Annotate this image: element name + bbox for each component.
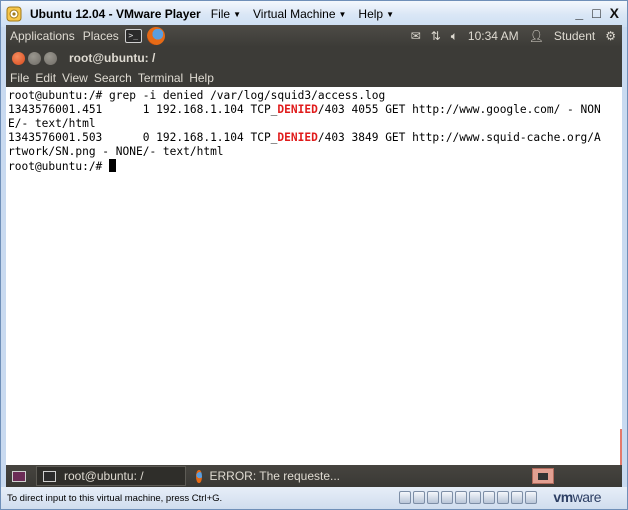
minimize-button[interactable]: _ (575, 5, 583, 21)
applications-menu[interactable]: Applications (10, 29, 75, 43)
power-gear-icon[interactable]: ⚙ (605, 29, 616, 43)
menu-file-label: File (210, 7, 231, 21)
command-line: root@ubuntu:/# grep -i denied /var/log/s… (8, 89, 386, 102)
display-icon[interactable] (511, 491, 523, 504)
vmware-menubar: File ▼ Virtual Machine ▼ Help ▼ (211, 7, 394, 21)
vmware-statusbar: To direct input to this virtual machine,… (1, 487, 627, 509)
menu-file[interactable]: File ▼ (211, 7, 241, 21)
scrollbar[interactable] (620, 429, 622, 465)
taskbar-item-firefox[interactable]: ERROR: The requeste... (190, 466, 340, 486)
mail-icon[interactable]: ✉ (411, 29, 421, 43)
denied-status: DENIED (277, 131, 318, 144)
taskbar-item-label: ERROR: The requeste... (209, 469, 341, 483)
brand-vm: vm (553, 489, 573, 505)
vmware-titlebar: Ubuntu 12.04 - VMware Player File ▼ Virt… (1, 1, 627, 27)
ubuntu-bottom-panel: root@ubuntu: / ERROR: The requeste... (6, 465, 622, 487)
workspace-switcher[interactable] (532, 468, 554, 484)
menu-help[interactable]: Help ▼ (358, 7, 394, 21)
terminal-menu-file[interactable]: File (10, 71, 29, 85)
terminal-menu-terminal[interactable]: Terminal (138, 71, 183, 85)
places-menu[interactable]: Places (83, 29, 119, 43)
floppy-icon[interactable] (441, 491, 453, 504)
cd-rom-icon[interactable] (427, 491, 439, 504)
usb-icon[interactable] (469, 491, 481, 504)
printer-icon[interactable] (483, 491, 495, 504)
ubuntu-top-panel: Applications Places >_ ✉ ⇅ 🔈︎ 10:34 AM 👤… (6, 25, 622, 47)
log-line-rest: /403 3849 GET http://www.squid-cache.org… (317, 131, 601, 144)
chevron-down-icon: ▼ (386, 9, 395, 19)
terminal-menubar: File Edit View Search Terminal Help (6, 69, 622, 87)
taskbar-item-label: root@ubuntu: / (64, 469, 144, 483)
hard-disk-icon[interactable] (399, 491, 411, 504)
top-panel-indicators: ✉ ⇅ 🔈︎ 10:34 AM 👤︎ Student ⚙ (411, 25, 616, 47)
menu-virtual-machine[interactable]: Virtual Machine ▼ (253, 7, 346, 21)
terminal-maximize-button[interactable] (44, 51, 57, 65)
terminal-launcher-icon[interactable]: >_ (124, 29, 142, 43)
log-line-wrap: rtwork/SN.png - NONE/- text/html (8, 145, 224, 158)
firefox-icon (196, 469, 202, 483)
message-icon[interactable] (525, 491, 537, 504)
terminal-titlebar: root@ubuntu: / (6, 47, 622, 69)
clock[interactable]: 10:34 AM (468, 29, 519, 43)
show-desktop-icon[interactable] (12, 470, 26, 482)
terminal-output[interactable]: root@ubuntu:/# grep -i denied /var/log/s… (6, 87, 622, 465)
network-icon[interactable]: ⇅ (431, 29, 441, 43)
log-line: 1343576001.451 1 192.168.1.104 TCP_ (8, 103, 278, 116)
chevron-down-icon: ▼ (233, 9, 241, 19)
terminal-close-button[interactable] (12, 51, 25, 65)
log-line-wrap: E/- text/html (8, 117, 96, 130)
menu-help-label: Help (358, 7, 384, 21)
menu-virtual-machine-label: Virtual Machine (253, 7, 336, 21)
network-adapter-icon[interactable] (455, 491, 467, 504)
vmware-brand-logo: vmware (553, 489, 601, 505)
firefox-launcher-icon[interactable] (146, 27, 165, 45)
terminal-menu-search[interactable]: Search (94, 71, 132, 85)
hard-disk-icon[interactable] (413, 491, 425, 504)
terminal-icon (43, 470, 56, 482)
terminal-menu-edit[interactable]: Edit (35, 71, 56, 85)
sound-icon[interactable] (497, 491, 509, 504)
terminal-minimize-button[interactable] (28, 51, 41, 65)
terminal-menu-help[interactable]: Help (189, 71, 214, 85)
taskbar-item-terminal[interactable]: root@ubuntu: / (36, 466, 186, 486)
close-button[interactable]: X (610, 5, 619, 21)
user-icon: 👤︎ (528, 29, 544, 43)
terminal-title: root@ubuntu: / (69, 51, 156, 65)
guest-screen[interactable]: Applications Places >_ ✉ ⇅ 🔈︎ 10:34 AM 👤… (6, 25, 622, 487)
input-hint: To direct input to this virtual machine,… (7, 492, 223, 504)
device-icons (399, 491, 537, 504)
vmware-logo-icon (6, 6, 22, 22)
brand-ware: ware (572, 489, 602, 505)
text-cursor (109, 159, 117, 172)
user-name[interactable]: Student (554, 29, 595, 43)
chevron-down-icon: ▼ (338, 9, 347, 19)
prompt: root@ubuntu:/# (8, 160, 110, 173)
vmware-player-window: Ubuntu 12.04 - VMware Player File ▼ Virt… (0, 0, 628, 510)
log-line-rest: /403 4055 GET http://www.google.com/ - N… (317, 103, 601, 116)
denied-status: DENIED (277, 103, 318, 116)
log-line: 1343576001.503 0 192.168.1.104 TCP_ (8, 131, 278, 144)
window-controls: _ □ X (575, 5, 619, 21)
window-title: Ubuntu 12.04 - VMware Player (30, 7, 201, 21)
volume-icon[interactable]: 🔈︎ (451, 29, 458, 44)
restore-button[interactable]: □ (592, 5, 600, 21)
terminal-menu-view[interactable]: View (62, 71, 88, 85)
